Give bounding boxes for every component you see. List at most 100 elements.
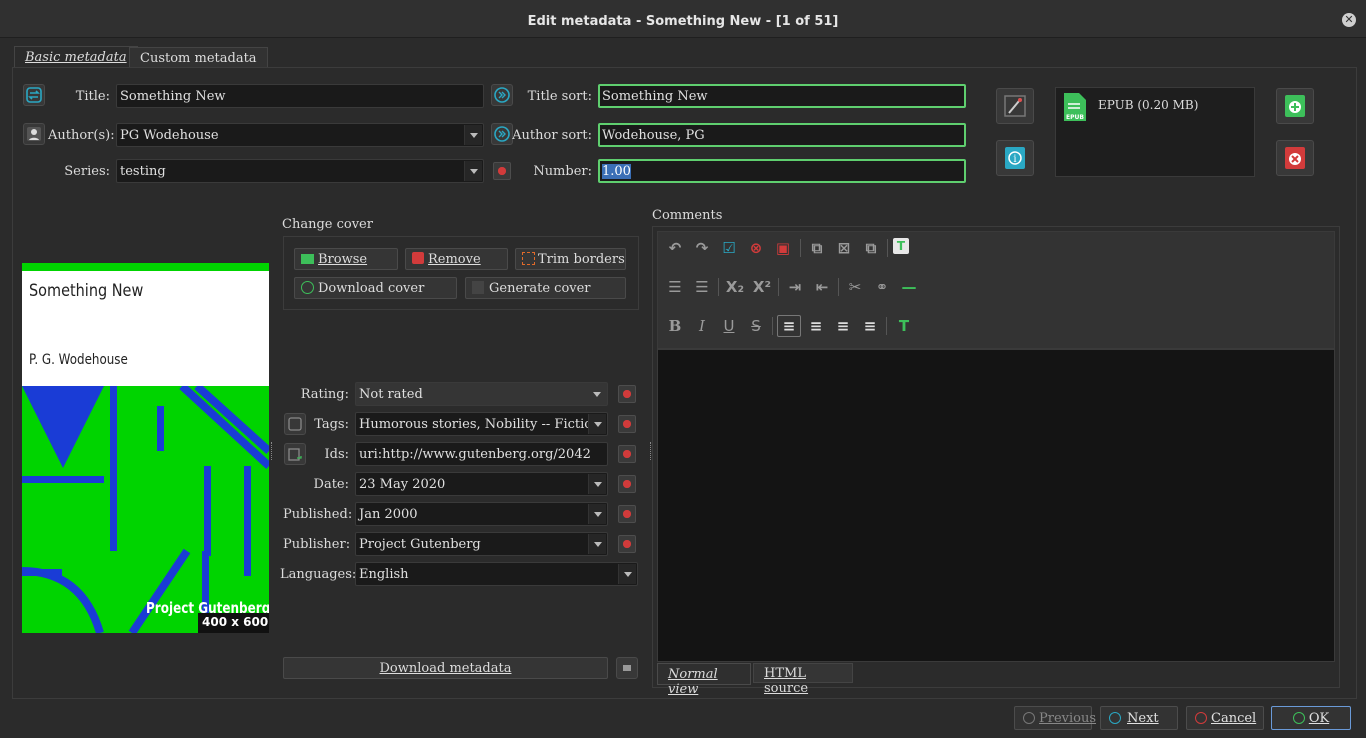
tags-input[interactable]: Humorous stories, Nobility -- Fiction, E	[355, 412, 608, 436]
publisher-combo[interactable]: Project Gutenberg	[355, 532, 608, 556]
series-label: Series:	[64, 164, 110, 179]
insert-link-icon[interactable]: ⚭	[872, 277, 892, 297]
cancel-button[interactable]: Cancel	[1186, 706, 1264, 730]
clear-icon[interactable]: ⊗	[746, 238, 766, 258]
download-cover-button[interactable]: Download cover	[294, 277, 457, 299]
remove-icon	[412, 252, 424, 264]
superscript-icon[interactable]: X²	[752, 277, 772, 297]
remove-cover-button[interactable]: Remove	[405, 248, 508, 270]
authors-combo[interactable]: PG Wodehouse	[116, 123, 484, 147]
clear-rating-button[interactable]	[618, 385, 636, 403]
text-color-icon[interactable]: T	[893, 238, 909, 254]
copy-icon[interactable]: ⧉	[807, 238, 827, 258]
select-all-icon[interactable]: ☑	[719, 238, 739, 258]
auto-number-books-button[interactable]	[996, 88, 1034, 124]
chevron-down-icon[interactable]	[588, 414, 606, 434]
swap-title-author-button[interactable]	[23, 84, 45, 106]
clear-publisher-button[interactable]	[618, 535, 636, 553]
next-button[interactable]: Next	[1100, 706, 1178, 730]
cover-image[interactable]: Something New P. G. Wodehouse Project Gu…	[22, 263, 269, 633]
trim-borders-button[interactable]: Trim borders	[515, 248, 626, 270]
redo-icon[interactable]: ↷	[692, 238, 712, 258]
metadata-settings-button[interactable]	[616, 657, 638, 679]
toolbar-separator	[887, 239, 888, 257]
manage-authors-button[interactable]	[23, 123, 45, 145]
title-sort-input[interactable]: Something New	[598, 84, 966, 108]
svg-text:i: i	[1013, 154, 1016, 165]
italic-icon[interactable]: I	[692, 316, 712, 336]
cover-author: P. G. Wodehouse	[29, 352, 128, 368]
clear-date-button[interactable]	[618, 475, 636, 493]
window-title: Edit metadata - Something New - [1 of 51…	[527, 14, 839, 29]
author-to-sort-button[interactable]	[491, 123, 513, 145]
window-close-button[interactable]: ✕	[1342, 13, 1356, 27]
date-input[interactable]: 23 May 2020	[355, 472, 608, 496]
underline-icon[interactable]: U	[719, 316, 739, 336]
arrow-forward-icon	[494, 87, 510, 103]
comments-heading: Comments	[652, 208, 723, 223]
ids-input[interactable]: uri:http://www.gutenberg.org/2042	[355, 442, 608, 466]
horizontal-rule-icon[interactable]: —	[899, 277, 919, 297]
tab-html-source[interactable]: HTML source	[753, 663, 853, 696]
chevron-down-icon[interactable]	[588, 474, 606, 494]
ok-button[interactable]: OK	[1271, 706, 1351, 730]
align-center-icon[interactable]: ≡	[806, 316, 826, 336]
formats-list[interactable]: EPUB EPUB (0.20 MB)	[1055, 87, 1255, 177]
chevron-down-icon[interactable]	[464, 125, 482, 145]
series-combo[interactable]: testing	[116, 159, 484, 183]
rating-combo[interactable]: Not rated	[355, 382, 608, 406]
splitter-handle[interactable]	[271, 442, 273, 460]
bold-icon[interactable]: B	[665, 316, 685, 336]
previous-button[interactable]: Previous	[1014, 706, 1096, 730]
clear-series-button[interactable]	[493, 162, 511, 180]
unlink-icon[interactable]: ✂	[845, 277, 865, 297]
download-metadata-label: Download metadata	[379, 661, 512, 676]
epub-file-icon: EPUB	[1064, 93, 1086, 121]
undo-icon[interactable]: ↶	[665, 238, 685, 258]
author-sort-input[interactable]: Wodehouse, PG	[598, 123, 966, 147]
ordered-list-icon[interactable]: ☰	[665, 277, 685, 297]
chevron-down-icon[interactable]	[588, 504, 606, 524]
unordered-list-icon[interactable]: ☰	[692, 277, 712, 297]
cut-icon[interactable]: ⊠	[834, 238, 854, 258]
paste-icon[interactable]: ⧉	[861, 238, 881, 258]
background-color-icon[interactable]: T	[894, 316, 914, 336]
chevron-down-icon[interactable]	[464, 161, 482, 181]
book-info-button[interactable]: i	[996, 140, 1034, 176]
title-input[interactable]: Something New	[116, 84, 484, 108]
languages-combo[interactable]: English	[355, 562, 638, 586]
outdent-icon[interactable]: ⇤	[812, 277, 832, 297]
subscript-icon[interactable]: X₂	[725, 277, 745, 297]
publisher-label: Publisher:	[283, 537, 351, 552]
ids-label: Ids:	[324, 447, 349, 462]
next-label: Next	[1127, 711, 1159, 726]
browse-cover-button[interactable]: Browse	[294, 248, 398, 270]
indent-icon[interactable]: ⇥	[785, 277, 805, 297]
chevron-down-icon[interactable]	[618, 564, 636, 584]
clear-published-button[interactable]	[618, 505, 636, 523]
authors-label: Author(s):	[48, 128, 115, 143]
chevron-down-icon[interactable]	[588, 534, 606, 554]
download-metadata-button[interactable]: Download metadata	[283, 657, 608, 679]
toolbar-separator	[778, 278, 779, 296]
generate-cover-button[interactable]: Generate cover	[465, 277, 626, 299]
strikethrough-icon[interactable]: S	[746, 316, 766, 336]
remove-format-button[interactable]	[1276, 140, 1314, 176]
series-number-spinbox[interactable]: 1.00	[598, 159, 966, 183]
remove-format-icon[interactable]: ▣	[773, 238, 793, 258]
published-value: Jan 2000	[359, 507, 418, 522]
clear-tags-button[interactable]	[618, 415, 636, 433]
tab-custom-metadata[interactable]: Custom metadata	[129, 47, 268, 68]
align-justify-icon[interactable]: ≡	[860, 316, 880, 336]
clear-ids-button[interactable]	[618, 445, 636, 463]
title-to-sort-button[interactable]	[491, 84, 513, 106]
gear-icon	[623, 665, 631, 671]
published-input[interactable]: Jan 2000	[355, 502, 608, 526]
add-format-button[interactable]	[1276, 88, 1314, 124]
align-right-icon[interactable]: ≡	[833, 316, 853, 336]
chevron-down-icon[interactable]	[588, 384, 606, 404]
align-left-icon[interactable]: ≡	[777, 315, 801, 337]
tab-basic-metadata[interactable]: Basic metadata	[14, 46, 138, 68]
comments-editor[interactable]	[657, 349, 1335, 662]
tab-normal-view[interactable]: Normal view	[657, 663, 751, 697]
